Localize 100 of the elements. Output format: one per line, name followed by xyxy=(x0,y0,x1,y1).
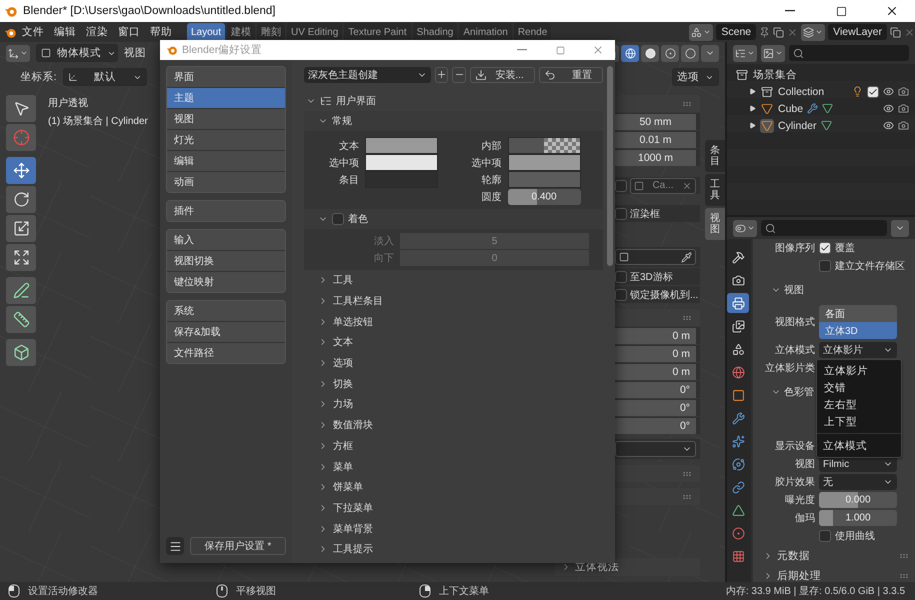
nav-item[interactable]: 视图切换 xyxy=(167,251,285,271)
view-menu[interactable]: 视图 xyxy=(124,46,146,60)
nav-item[interactable]: 界面 xyxy=(167,67,285,87)
tool-button[interactable] xyxy=(6,215,36,242)
dropdown[interactable]: 立体影片 xyxy=(819,342,897,358)
checkbox[interactable] xyxy=(615,180,627,192)
outliner-item[interactable]: Cylinder xyxy=(778,120,817,132)
workspace-tab[interactable]: Shading xyxy=(412,22,458,42)
color-swatch[interactable] xyxy=(365,154,438,171)
view-layer-menu-button[interactable] xyxy=(801,24,826,40)
collapsed-section[interactable]: 数值滑块 xyxy=(304,414,603,436)
sidebar-tab[interactable]: 工具 xyxy=(705,174,725,206)
workspace-tab[interactable]: Texture Paint xyxy=(344,22,411,42)
menu-button[interactable] xyxy=(166,537,184,555)
object-field[interactable] xyxy=(615,249,696,265)
expand-toggle[interactable] xyxy=(749,88,756,95)
collapsed-section[interactable]: 选项 xyxy=(304,352,603,374)
checkbox[interactable] xyxy=(332,213,344,225)
collapsed-section[interactable]: 菜单 xyxy=(304,456,603,477)
subsection-header[interactable]: 着色 xyxy=(304,209,603,229)
dropdown[interactable]: 无 xyxy=(819,474,897,490)
options-dropdown[interactable]: 选项 xyxy=(672,68,719,86)
checkbox[interactable] xyxy=(615,270,627,282)
nav-item[interactable]: 主题 xyxy=(167,88,285,108)
nav-item[interactable]: 文件路径 xyxy=(167,343,285,363)
menu-item[interactable]: 帮助 xyxy=(145,23,177,41)
editor-type-button[interactable] xyxy=(733,44,757,62)
nav-item[interactable]: 动画 xyxy=(167,172,285,192)
solid-shading-button[interactable] xyxy=(641,44,659,62)
color-swatch[interactable] xyxy=(508,171,580,188)
color-swatch[interactable] xyxy=(508,154,580,171)
menu-item[interactable]: 窗口 xyxy=(113,23,145,41)
checkbox[interactable] xyxy=(615,288,627,300)
tool-button[interactable] xyxy=(6,277,36,304)
menu-item[interactable]: 渲染 xyxy=(81,23,113,41)
view-layer-field[interactable]: ViewLayer xyxy=(828,24,887,40)
menu-item[interactable]: 上下型 xyxy=(817,413,901,430)
panel-header[interactable]: 元数据 xyxy=(757,547,810,565)
editor-type-button[interactable] xyxy=(733,220,757,236)
outliner-item[interactable]: Cube xyxy=(778,102,804,114)
workspace-tab[interactable]: Layout xyxy=(187,22,226,42)
expand-toggle[interactable] xyxy=(749,105,756,112)
slider[interactable]: 0.000 xyxy=(819,492,897,508)
outliner-item[interactable]: 场景集合 xyxy=(753,68,797,82)
workspace-tab[interactable]: 雕刻 xyxy=(257,22,286,42)
outliner-item[interactable]: Collection xyxy=(778,86,824,98)
menu-item[interactable]: 交错 xyxy=(817,379,901,396)
slider[interactable]: 0.400 xyxy=(508,188,580,204)
menu-item[interactable]: 左右型 xyxy=(817,396,901,413)
color-swatch[interactable] xyxy=(508,137,580,154)
subpanel-header[interactable]: 视图 xyxy=(757,281,804,299)
collapsed-section[interactable]: 饼菜单 xyxy=(304,476,603,498)
number-field[interactable]: 0 m xyxy=(615,346,696,362)
tool-button[interactable] xyxy=(6,95,36,122)
section-header[interactable]: 用户界面 xyxy=(304,91,603,111)
collapsed-section[interactable]: 工具栏条目 xyxy=(304,290,603,312)
tool-button[interactable] xyxy=(6,186,36,213)
tool-button[interactable] xyxy=(6,306,36,333)
nav-item[interactable]: 灯光 xyxy=(167,130,285,150)
number-field[interactable]: 0° xyxy=(615,382,696,398)
checkbox[interactable] xyxy=(615,208,627,220)
search-field[interactable] xyxy=(761,220,887,236)
search-field[interactable] xyxy=(789,45,909,61)
display-mode-button[interactable] xyxy=(761,44,785,62)
number-field[interactable]: 0° xyxy=(615,418,696,434)
number-field[interactable]: 0° xyxy=(615,400,696,416)
collapsed-section[interactable]: 力场 xyxy=(304,394,603,415)
collapsed-section[interactable]: 切换 xyxy=(304,373,603,394)
scene-menu-button[interactable] xyxy=(689,24,714,40)
add-button[interactable] xyxy=(434,66,448,82)
tool-button[interactable] xyxy=(6,157,36,184)
radio-option[interactable]: 各面 xyxy=(819,305,897,322)
menu-item[interactable]: 立体影片 xyxy=(817,362,901,379)
checkbox[interactable] xyxy=(819,530,831,542)
number-field[interactable]: 0.01 m xyxy=(615,132,696,148)
tool-button[interactable] xyxy=(6,244,36,271)
panel-header[interactable]: 后期处理 xyxy=(757,567,821,582)
sidebar-tab[interactable]: 视图 xyxy=(705,208,725,240)
install-button[interactable]: 安装... xyxy=(470,66,535,82)
collapsed-section[interactable]: 文本 xyxy=(304,332,603,353)
nav-item[interactable]: 保存&加载 xyxy=(167,322,285,342)
menu-item[interactable]: 文件 xyxy=(17,23,49,41)
subsection-header[interactable]: 常规 xyxy=(304,111,603,131)
mode-dropdown[interactable]: 物体模式 xyxy=(36,44,118,62)
collapsed-section[interactable]: 方框 xyxy=(304,436,603,456)
object-field[interactable]: Ca... xyxy=(630,178,696,194)
scrollbar-thumb[interactable] xyxy=(607,66,613,266)
number-field[interactable]: 1000 m xyxy=(615,150,696,166)
number-field[interactable]: 0 m xyxy=(615,364,696,380)
number-field[interactable]: 0 m xyxy=(615,328,696,344)
nav-item[interactable]: 输入 xyxy=(167,230,285,250)
wireframe-shading-button[interactable] xyxy=(621,44,639,62)
color-swatch[interactable] xyxy=(365,137,438,154)
workspace-tab[interactable]: UV Editing xyxy=(287,22,342,42)
collapsed-section[interactable]: 工具提示 xyxy=(304,538,603,560)
render-shading-button[interactable] xyxy=(681,44,699,62)
scene-field[interactable]: Scene xyxy=(716,24,756,40)
expand-toggle[interactable] xyxy=(749,122,756,129)
sidebar-tab[interactable]: 条目 xyxy=(705,140,725,172)
slider[interactable]: 1.000 xyxy=(819,510,897,526)
